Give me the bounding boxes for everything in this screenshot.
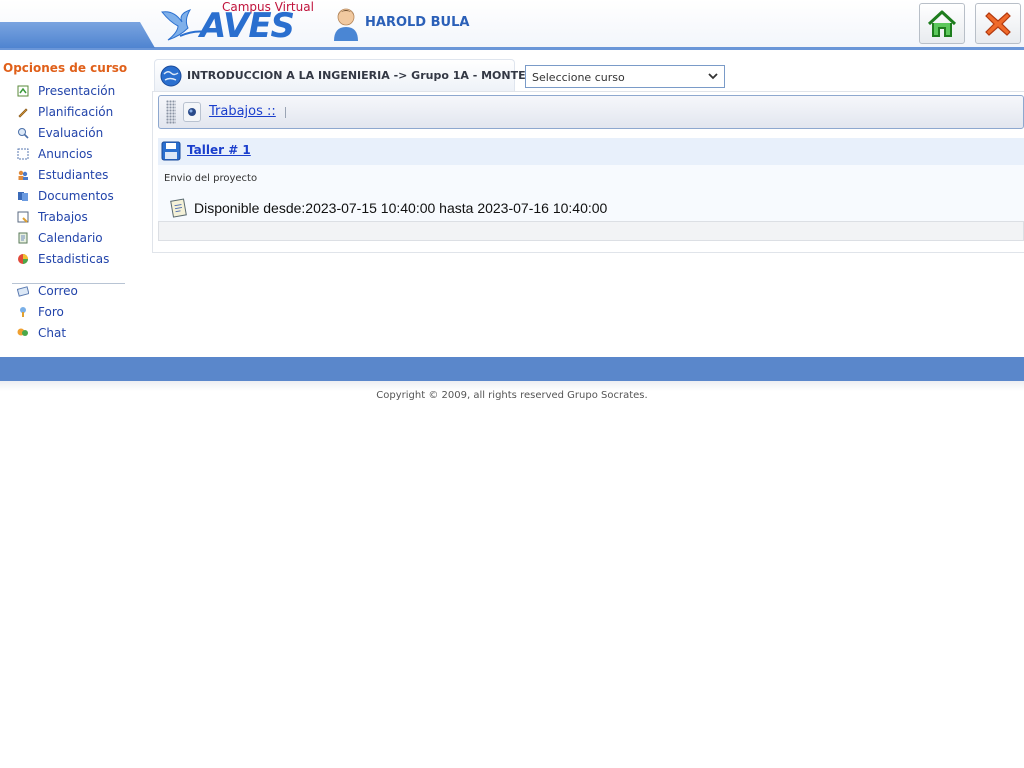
sidebar-item-foro[interactable]: Foro: [16, 303, 64, 321]
announcement-icon: [16, 147, 30, 161]
sidebar-item-estudiantes[interactable]: Estudiantes: [16, 166, 108, 184]
sidebar-title: Opciones de curso: [3, 61, 128, 75]
user-name: HAROLD BULA: [365, 15, 470, 30]
task-header: Taller # 1: [158, 138, 1024, 165]
task-description: Envio del proyecto: [164, 173, 258, 184]
task-footer: [158, 221, 1024, 241]
course-select-value: Seleccione curso: [532, 71, 625, 84]
sidebar-item-anuncios[interactable]: Anuncios: [16, 145, 93, 163]
copyright-text: Copyright © 2009, all rights reserved Gr…: [376, 390, 648, 401]
chat-icon: [16, 326, 30, 340]
students-icon: [16, 168, 30, 182]
section-toolbar: Trabajos ::: [158, 95, 1024, 129]
availability-dates: Disponible desde:2023-07-15 10:40:00 has…: [194, 200, 608, 216]
assignment-icon: [16, 210, 30, 224]
task-body: Envio del proyecto Disponible desde:2023…: [158, 165, 1024, 221]
home-button[interactable]: [919, 3, 965, 44]
sidebar-item-estadisticas[interactable]: Estadisticas: [16, 250, 109, 268]
campus-logo[interactable]: Campus Virtual AVES: [160, 0, 315, 46]
save-disk-icon: [161, 141, 181, 161]
sidebar-item-calendario[interactable]: Calendario: [16, 229, 103, 247]
mail-icon: [16, 284, 30, 298]
record-icon: [188, 108, 196, 116]
sidebar-item-label: Estudiantes: [38, 168, 109, 182]
sidebar-item-correo[interactable]: Correo: [16, 282, 78, 300]
statistics-icon: [16, 252, 30, 266]
header-tab-decoration: [0, 22, 155, 48]
logo-wordmark: AVES: [200, 6, 295, 46]
sidebar-item-chat[interactable]: Chat: [16, 324, 66, 342]
sidebar-item-label: Correo: [38, 284, 78, 298]
sidebar-item-evaluacion[interactable]: Evaluación: [16, 124, 103, 142]
close-icon: [985, 11, 1011, 36]
globe-icon: [160, 65, 182, 87]
sidebar-item-planificacion[interactable]: Planificación: [16, 103, 113, 121]
calendar-icon: [16, 231, 30, 245]
header-bar: Campus Virtual AVES HAROLD BULA: [0, 0, 1024, 50]
sidebar-item-label: Foro: [38, 305, 64, 319]
toolbar-button[interactable]: [183, 102, 201, 122]
forum-icon: [16, 305, 30, 319]
toolbar-separator: [285, 107, 286, 118]
chevron-down-icon: [708, 73, 718, 80]
sidebar-item-label: Estadisticas: [38, 252, 110, 266]
sidebar-item-presentacion[interactable]: Presentación: [16, 82, 115, 100]
course-tab[interactable]: INTRODUCCION A LA INGENIERIA -> Grupo 1A…: [154, 59, 547, 91]
close-button[interactable]: [975, 3, 1021, 44]
sidebar-item-label: Presentación: [38, 84, 116, 98]
course-title: INTRODUCCION A LA INGENIERIA -> Grupo 1A…: [187, 69, 547, 82]
calendar-page-icon: [170, 198, 187, 218]
trabajos-link[interactable]: Trabajos ::: [209, 104, 276, 119]
user-avatar-icon: [334, 8, 358, 41]
course-select[interactable]: Seleccione curso: [525, 65, 725, 88]
sidebar-item-label: Documentos: [38, 189, 114, 203]
magnifier-icon: [16, 126, 30, 140]
pencil-icon: [16, 105, 30, 119]
footer-bar: [0, 357, 1024, 381]
documents-icon: [16, 189, 30, 203]
drag-handle[interactable]: [166, 100, 176, 124]
sidebar-item-label: Calendario: [38, 231, 103, 245]
sidebar-item-label: Evaluación: [38, 126, 104, 140]
sidebar-item-label: Anuncios: [38, 147, 93, 161]
sidebar-item-label: Planificación: [38, 105, 114, 119]
sidebar-item-label: Trabajos: [38, 210, 88, 224]
home-icon: [927, 10, 957, 37]
sidebar-item-label: Chat: [38, 326, 67, 340]
sidebar-item-trabajos[interactable]: Trabajos: [16, 208, 88, 226]
presentation-icon: [16, 84, 30, 98]
task-title-link[interactable]: Taller # 1: [187, 143, 251, 157]
sidebar-item-documentos[interactable]: Documentos: [16, 187, 114, 205]
